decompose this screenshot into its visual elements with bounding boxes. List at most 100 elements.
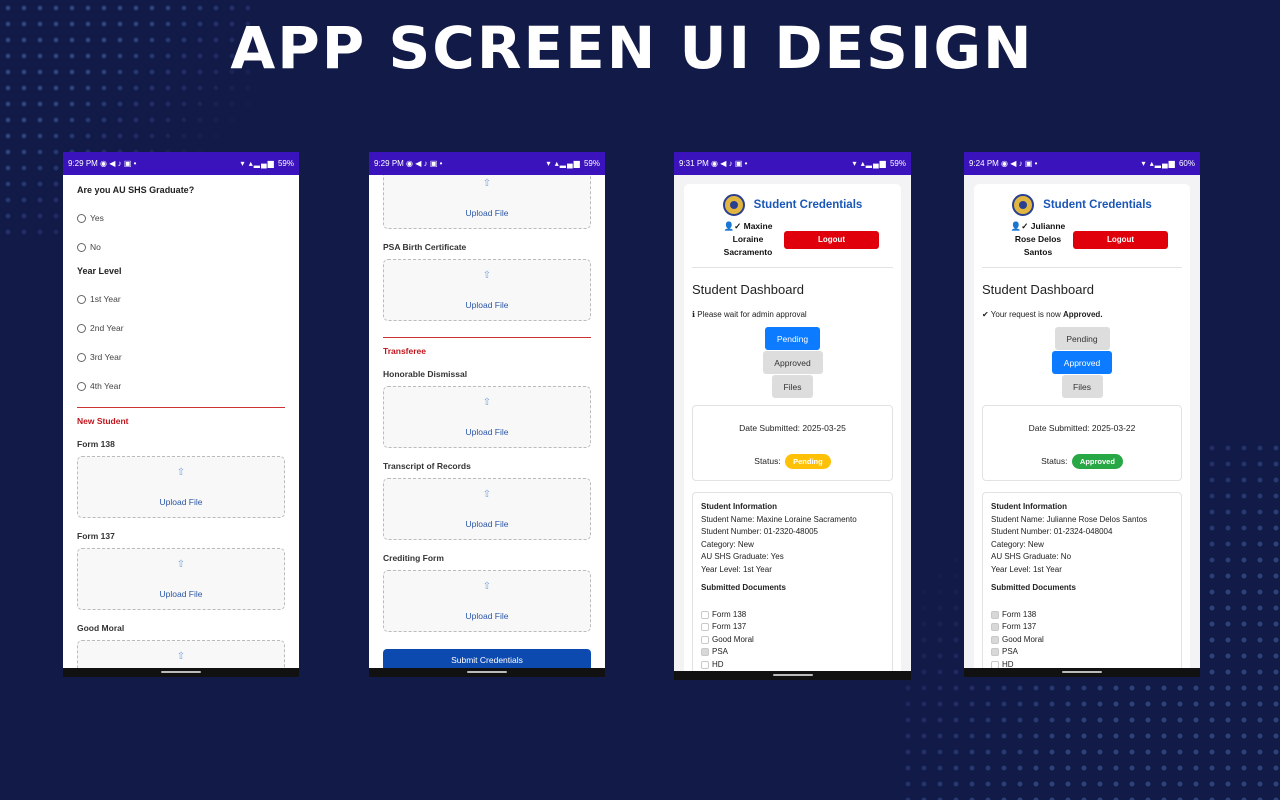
tab-pending[interactable]: Pending [765,327,820,350]
docs-title: Submitted Documents [991,583,1076,592]
gesture-bar [674,671,911,680]
upload-arrow-icon: ⇧ [176,467,186,478]
radio-circle-icon [77,381,86,391]
document-name: HD [712,659,724,669]
tab-pending[interactable]: Pending [1054,327,1110,350]
user-name: 👤✓ Maxine Loraine Sacramento [718,220,778,259]
logout-button[interactable]: Logout [1073,230,1168,249]
notification-icons: ◉ ◀ ♪ ▣ • [1001,159,1038,168]
radio-4th-year[interactable]: 4th Year [77,381,285,391]
home-handle[interactable] [772,674,813,676]
date-submitted: Date Submitted: 2025-03-25 [739,423,846,433]
radio-2nd-year[interactable]: 2nd Year [77,323,285,333]
checkbox-checked-icon[interactable] [991,623,999,632]
document-checkbox-row[interactable]: Form 137 [701,621,884,634]
info-line: Student Name: Maxine Loraine Sacramento [701,514,857,524]
document-checkbox-row[interactable]: Good Moral [701,634,884,647]
field-label-form-138: Form 138 [77,439,115,449]
app-header: Student Credentials [692,184,893,216]
checkbox-empty-icon[interactable] [701,635,709,644]
upload-form-137[interactable]: ⇧ Upload File [77,548,285,610]
field-label-form-137: Form 137 [77,531,115,541]
checkbox-empty-icon[interactable] [991,660,999,668]
checkbox-checked-icon[interactable] [991,610,999,619]
upload-transcript[interactable]: ⇧ Upload File [383,478,591,540]
document-checkbox-row[interactable]: PSA [991,646,1173,659]
status-bar: 9:29 PM ◉ ◀ ♪ ▣ • ▾ ▴▂▄▆ 59% [369,152,605,175]
status-time: 9:24 [969,159,985,168]
document-checkbox-row[interactable]: PSA [701,646,884,659]
gesture-bar [964,668,1200,677]
upload-arrow-icon: ⇧ [482,270,492,281]
phone-screen-dashboard-pending: 9:31 PM ◉ ◀ ♪ ▣ • ▾ ▴▂▄▆ 59% Student Cre… [674,152,911,680]
notice-strong: Approved. [1062,310,1103,319]
radio-no[interactable]: No [77,242,285,252]
upload-form-138[interactable]: ⇧ Upload File [77,456,285,518]
home-handle[interactable] [161,671,201,673]
checkbox-checked-icon[interactable] [991,635,999,644]
info-line: Year Level: 1st Year [991,564,1062,574]
notification-icons: ◉ ◀ ♪ ▣ • [100,159,137,168]
logout-button[interactable]: Logout [784,230,879,249]
radio-3rd-year[interactable]: 3rd Year [77,352,285,362]
upload-arrow-icon: ⇧ [482,489,492,500]
status-label: Status: [754,456,781,466]
document-checkbox-row[interactable]: Form 137 [991,621,1173,634]
tab-approved[interactable]: Approved [762,351,823,374]
phone-screen-registration-1: 9:29 PM ◉ ◀ ♪ ▣ • ▾ ▴▂▄▆ 59% Are you AU … [63,152,299,677]
header-divider [692,267,893,268]
document-checkbox-row[interactable]: Form 138 [991,609,1173,622]
document-name: Good Moral [1002,634,1044,644]
status-time: 9:31 [679,159,695,168]
approval-notice: ℹ Please wait for admin approval [692,310,893,319]
status-ampm: PM [391,159,404,168]
upload-good-moral[interactable]: ⇧ [77,640,285,668]
user-check-icon: 👤✓ [1010,221,1029,231]
home-handle[interactable] [1062,671,1102,673]
approval-notice: ✔ Your request is now Approved. [982,310,1182,319]
checkbox-checked-icon[interactable] [991,648,999,657]
status-ampm: PM [696,159,709,168]
document-checkbox-row[interactable]: HD [701,659,884,672]
document-checkbox-row[interactable]: Form 138 [701,609,884,622]
home-handle[interactable] [467,671,507,673]
upload-crediting-form[interactable]: ⇧ Upload File [383,570,591,632]
document-name: PSA [712,647,729,656]
dashboard-title: Student Dashboard [692,282,805,297]
user-row: 👤✓ Julianne Rose Delos Santos Logout [982,216,1182,259]
section-divider [77,407,285,408]
field-label-psa: PSA Birth Certificate [383,242,467,252]
upload-arrow-icon: ⇧ [482,178,492,189]
year-level-label: Year Level [77,266,122,276]
checkbox-empty-icon[interactable] [701,610,709,619]
radio-1st-year[interactable]: 1st Year [77,294,285,304]
document-checkbox-row[interactable]: HD [991,659,1173,668]
radio-yes[interactable]: Yes [77,213,285,223]
info-line: Category: New [701,539,754,549]
section-heading-transferee: Transferee [383,346,426,356]
document-checkbox-row[interactable]: Good Moral [991,634,1173,647]
checkbox-checked-icon[interactable] [701,648,709,657]
checkbox-empty-icon[interactable] [701,623,709,632]
gesture-bar [63,668,299,677]
battery-level: 59% [889,159,906,168]
phone-screen-dashboard-approved: 9:24 PM ◉ ◀ ♪ ▣ • ▾ ▴▂▄▆ 60% Student Cre… [964,152,1200,677]
tab-files[interactable]: Files [1061,375,1103,398]
radio-circle-icon [77,213,86,223]
checkbox-empty-icon[interactable] [701,660,709,669]
date-submitted: Date Submitted: 2025-03-22 [1028,423,1136,433]
upload-psa[interactable]: ⇧ Upload File [383,259,591,321]
status-badge: Approved [1071,454,1123,469]
upload-honorable-dismissal[interactable]: ⇧ Upload File [383,386,591,448]
tab-approved[interactable]: Approved [1052,351,1112,374]
radio-label: 4th Year [90,381,122,391]
info-title: Student Information [701,502,777,511]
dashboard: Student Credentials 👤✓ Julianne Rose Del… [964,175,1200,668]
radio-circle-icon [77,294,86,304]
tab-files[interactable]: Files [772,375,813,398]
user-check-icon: 👤✓ [723,221,742,231]
upload-previous-field[interactable]: ⇧ Upload File [383,175,591,229]
radio-label: 2nd Year [90,323,124,333]
submit-credentials-button[interactable]: Submit Credentials [383,649,591,668]
user-name: 👤✓ Julianne Rose Delos Santos [1008,220,1068,259]
